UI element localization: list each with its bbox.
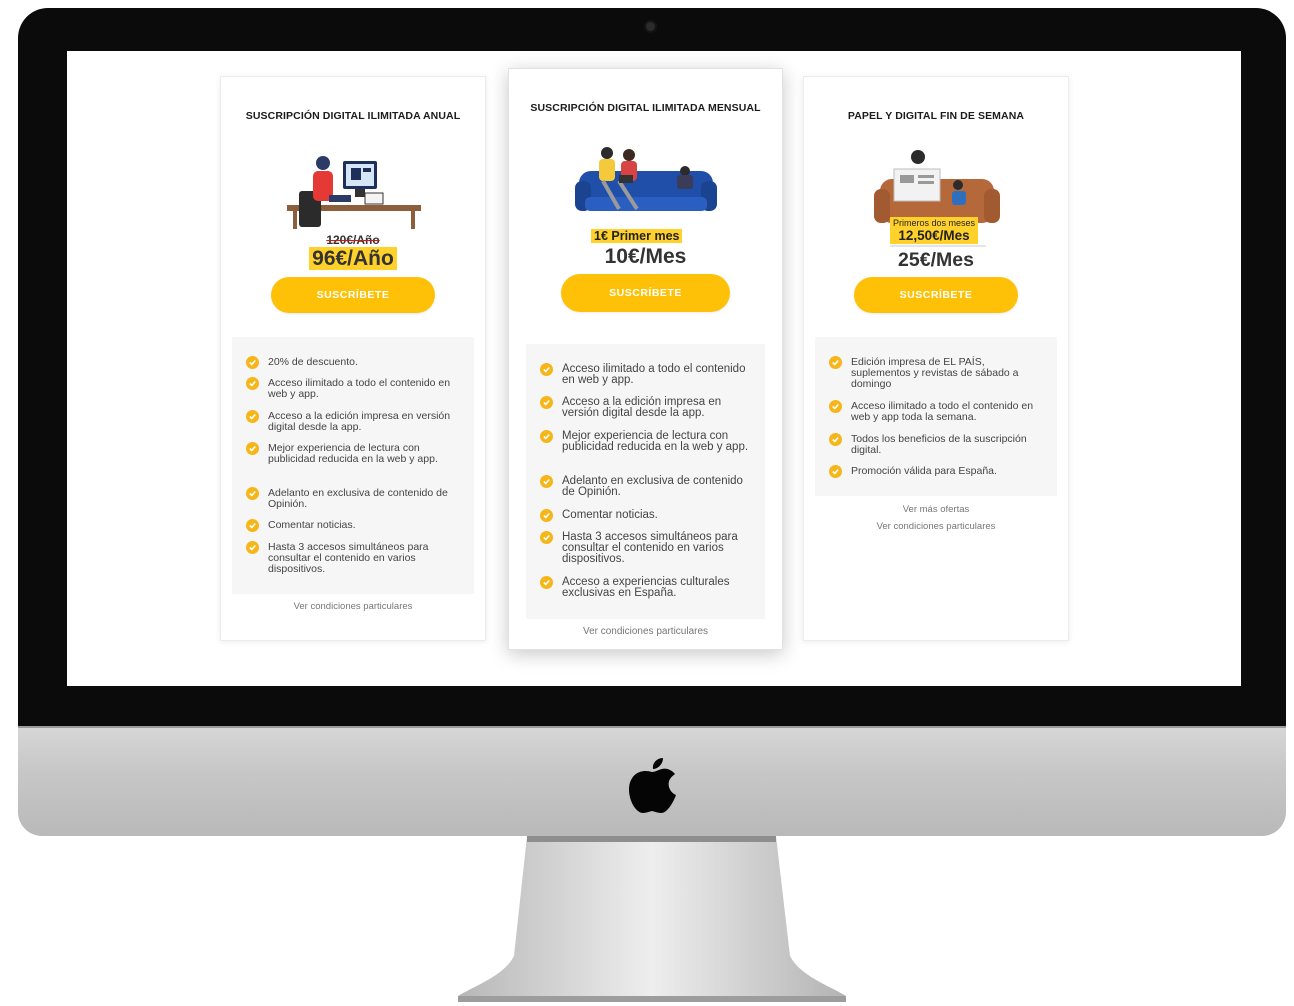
features-list: Acceso ilimitado a todo el contenido en … (526, 344, 765, 619)
list-item: Acceso a la edición impresa en versión d… (540, 396, 755, 419)
list-item: Hasta 3 accesos simultáneos para consult… (246, 541, 464, 575)
check-icon (540, 396, 553, 409)
feature-text: Todos los beneficios de la suscripción d… (851, 433, 1027, 456)
feature-text: Acceso a la edición impresa en versión d… (562, 396, 722, 419)
reader-at-desk-illustration (287, 156, 421, 229)
check-icon (246, 541, 259, 554)
check-icon (540, 576, 553, 589)
promo-badge: 1€ Primer mes (591, 229, 683, 244)
conditions-link[interactable]: Ver condiciones particulares (221, 601, 485, 612)
check-icon (246, 377, 259, 390)
check-icon (246, 487, 259, 500)
conditions-link[interactable]: Ver condiciones particulares (509, 626, 782, 637)
list-item: Hasta 3 accesos simultáneos para consult… (540, 531, 755, 565)
subscribe-button[interactable]: SUSCRÍBETE (561, 274, 730, 312)
plan-card-annual: SUSCRIPCIÓN DIGITAL ILIMITADA ANUAL 120€… (220, 76, 486, 641)
feature-text: Mejor experiencia de lectura con publici… (268, 442, 438, 465)
feature-text: Comentar noticias. (268, 519, 356, 531)
couple-on-sofa-illustration (575, 147, 717, 211)
list-item: Promoción válida para España. (829, 465, 1047, 478)
plan-card-monthly: SUSCRIPCIÓN DIGITAL ILIMITADA MENSUAL 1€… (508, 68, 783, 650)
check-icon (540, 475, 553, 488)
list-item: Acceso a la edición impresa en versión d… (246, 410, 464, 433)
plan-title: SUSCRIPCIÓN DIGITAL ILIMITADA MENSUAL (530, 102, 761, 114)
features-list: 20% de descuento. Acceso ilimitado a tod… (232, 337, 474, 594)
list-item: Acceso ilimitado a todo el contenido en … (246, 377, 464, 400)
feature-text: Mejor experiencia de lectura con publici… (562, 430, 749, 453)
check-icon (246, 519, 259, 532)
list-item: Mejor experiencia de lectura con publici… (246, 442, 464, 465)
list-item: Acceso ilimitado a todo el contenido en … (829, 400, 1047, 423)
check-icon (246, 442, 259, 455)
promo-price: 12,50€/Mes (898, 228, 970, 244)
camera-icon (646, 22, 655, 31)
conditions-link[interactable]: Ver condiciones particulares (804, 521, 1068, 532)
apple-logo-icon (628, 758, 676, 814)
feature-text: Acceso ilimitado a todo el contenido en … (562, 363, 746, 386)
check-icon (540, 430, 553, 443)
feature-text: Acceso a experiencias culturales exclusi… (562, 576, 730, 599)
plan-price: 25€/Mes (898, 249, 974, 271)
list-item: Adelanto en exclusiva de contenido de Op… (540, 475, 755, 498)
plan-title: PAPEL Y DIGITAL FIN DE SEMANA (847, 110, 1025, 122)
check-icon (246, 356, 259, 369)
plan-title: SUSCRIPCIÓN DIGITAL ILIMITADA ANUAL (245, 110, 461, 122)
old-price: 120€/Año (326, 233, 380, 247)
feature-text: Promoción válida para España. (851, 465, 997, 477)
promo-small-text: Primeros dos meses (893, 218, 976, 228)
feature-text: Acceso ilimitado a todo el contenido en … (851, 400, 1034, 423)
promo-badge: Primeros dos meses 12,50€/Mes (890, 217, 979, 244)
plan-card-weekend: PAPEL Y DIGITAL FIN DE SEMANA Primeros d… (803, 76, 1069, 641)
check-icon (829, 400, 842, 413)
feature-text: Adelanto en exclusiva de contenido de Op… (268, 487, 448, 510)
list-item: 20% de descuento. (246, 356, 464, 369)
features-list: Edición impresa de EL PAÍS, suplementos … (815, 337, 1057, 496)
feature-text: Comentar noticias. (562, 509, 658, 521)
feature-text: Acceso a la edición impresa en versión d… (268, 410, 451, 433)
check-icon (540, 509, 553, 522)
monitor-stand (458, 836, 846, 1002)
list-item: Edición impresa de EL PAÍS, suplementos … (829, 356, 1047, 390)
feature-text: Edición impresa de EL PAÍS, suplementos … (851, 356, 1019, 390)
check-icon (246, 410, 259, 423)
list-item: Acceso a experiencias culturales exclusi… (540, 576, 755, 599)
price-highlight: 96€/Año (309, 247, 397, 270)
plan-price: 10€/Mes (604, 245, 687, 268)
more-offers-link[interactable]: Ver más ofertas (804, 504, 1068, 515)
list-item: Comentar noticias. (540, 509, 755, 522)
check-icon (829, 356, 842, 369)
feature-text: Acceso ilimitado a todo el contenido en … (268, 377, 451, 400)
check-icon (540, 531, 553, 544)
feature-text: 20% de descuento. (268, 356, 358, 368)
list-item: Mejor experiencia de lectura con publici… (540, 430, 755, 453)
subscribe-button[interactable]: SUSCRÍBETE (854, 277, 1018, 313)
list-item: Comentar noticias. (246, 519, 464, 532)
price-divider (890, 245, 986, 247)
list-item: Adelanto en exclusiva de contenido de Op… (246, 487, 464, 510)
feature-text: Adelanto en exclusiva de contenido de Op… (562, 475, 743, 498)
feature-text: Hasta 3 accesos simultáneos para consult… (268, 541, 429, 575)
list-item: Todos los beneficios de la suscripción d… (829, 433, 1047, 456)
subscribe-button[interactable]: SUSCRÍBETE (271, 277, 435, 313)
check-icon (540, 363, 553, 376)
feature-text: Hasta 3 accesos simultáneos para consult… (562, 531, 738, 565)
check-icon (829, 433, 842, 446)
check-icon (829, 465, 842, 478)
screen: SUSCRIPCIÓN DIGITAL ILIMITADA ANUAL 120€… (67, 51, 1241, 686)
plan-price: 96€/Año (221, 247, 485, 271)
list-item: Acceso ilimitado a todo el contenido en … (540, 363, 755, 386)
